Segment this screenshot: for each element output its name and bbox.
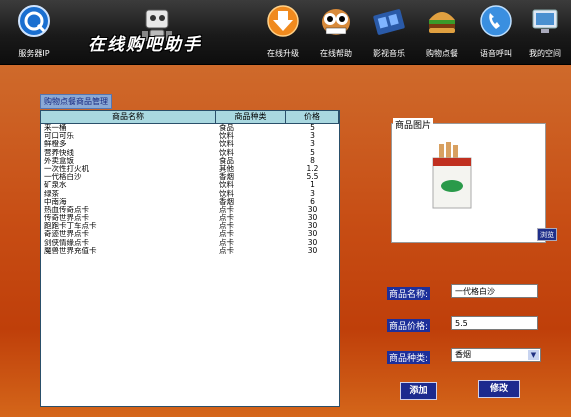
cell-name: 跑跑卡丁车点卡 bbox=[44, 222, 97, 231]
cell-name: 来一桶 bbox=[44, 124, 67, 132]
table-row[interactable]: 鲜橙多 饮料 3 bbox=[41, 140, 339, 148]
cell-name: 一次性打火机 bbox=[44, 164, 89, 173]
owl-help-icon bbox=[322, 9, 350, 35]
main-area: 购物点餐商品管理 商品名称 商品种类 价格 来一桶 食品 5 可口可乐 饮料 3 鲜橙多… bbox=[0, 65, 571, 417]
cell-name: 矿泉水 bbox=[44, 181, 67, 190]
browse-button[interactable]: 浏览 bbox=[537, 228, 557, 241]
cell-name: 热血传奇点卡 bbox=[44, 205, 89, 214]
category-selected-value: 香烟 bbox=[455, 350, 471, 359]
cell-price: 30 bbox=[307, 245, 318, 255]
toolbar-item-voice-call[interactable]: 语音呼叫 bbox=[470, 4, 522, 62]
table-row[interactable]: 一次性打火机 其他 1.2 bbox=[41, 164, 339, 173]
table-row[interactable]: 可口可乐 饮料 3 bbox=[41, 131, 339, 141]
table-row[interactable]: 绿茶 饮料 3 bbox=[41, 189, 339, 198]
cell-name: 绿茶 bbox=[44, 189, 59, 198]
product-price-input[interactable] bbox=[451, 316, 538, 330]
cell-name: 奇迹世界点卡 bbox=[44, 230, 89, 239]
table-row[interactable]: 来一桶 食品 5 bbox=[41, 123, 339, 132]
table-row[interactable]: 外卖盒饭 食品 8 bbox=[41, 156, 339, 165]
table-row[interactable]: 矿泉水 饮料 1 bbox=[41, 181, 339, 189]
column-header-name[interactable]: 商品名称 bbox=[41, 111, 216, 123]
toolbar-item-label: 在线升级 bbox=[267, 49, 299, 58]
film-reel-icon bbox=[373, 9, 405, 35]
add-button[interactable]: 添加 bbox=[400, 382, 437, 400]
column-header-price[interactable]: 价格 bbox=[286, 111, 339, 123]
brand-title: 在线购吧助手 bbox=[88, 35, 202, 55]
cell-name: 外卖盒饭 bbox=[44, 156, 74, 165]
product-price-label: 商品价格: bbox=[387, 319, 431, 332]
toolbar-item-my-space[interactable]: 我的空间 bbox=[519, 4, 571, 62]
product-name-input[interactable] bbox=[451, 284, 538, 298]
table-row[interactable]: 传奇世界点卡 点卡 30 bbox=[41, 213, 339, 223]
toolbar-item-help[interactable]: 在线帮助 bbox=[310, 4, 362, 62]
table-row[interactable]: 剑侠情缘点卡 点卡 30 bbox=[41, 238, 339, 247]
cell-name: 可口可乐 bbox=[44, 132, 74, 141]
toolbar-item-label: 我的空间 bbox=[529, 49, 561, 58]
table-row[interactable]: 中南海 香烟 6 bbox=[41, 197, 339, 206]
product-category-label: 商品种类: bbox=[387, 351, 431, 364]
toolbar-item-label: 在线帮助 bbox=[320, 49, 352, 58]
product-name-label: 商品名称: bbox=[387, 287, 431, 300]
table-row[interactable]: 营养快线 饮料 5 bbox=[41, 148, 339, 157]
product-table[interactable]: 商品名称 商品种类 价格 来一桶 食品 5 可口可乐 饮料 3 鲜橙多 饮料 3 营养快线饮… bbox=[40, 110, 340, 407]
cell-name: 鲜橙多 bbox=[44, 140, 67, 149]
burger-icon bbox=[429, 12, 455, 33]
table-row[interactable]: 一代格白沙 香烟 5.5 bbox=[41, 172, 339, 182]
table-row[interactable]: 魔兽世界充值卡 点卡 30 bbox=[41, 245, 339, 255]
cell-name: 魔兽世界充值卡 bbox=[44, 246, 97, 255]
toolbar-item-label: 语音呼叫 bbox=[480, 49, 512, 58]
table-body: 来一桶 食品 5 可口可乐 饮料 3 鲜橙多 饮料 3 营养快线 饮料 5 外卖盒饭 食品 8 一次… bbox=[41, 123, 339, 255]
chevron-down-icon[interactable]: ▼ bbox=[528, 350, 539, 360]
column-header-category[interactable]: 商品种类 bbox=[216, 111, 286, 123]
cell-name: 中南海 bbox=[44, 197, 67, 206]
product-category-select[interactable]: 香烟 ▼ bbox=[451, 348, 541, 362]
table-header: 商品名称 商品种类 价格 bbox=[41, 111, 339, 124]
toolbar-item-label: 影视音乐 bbox=[373, 49, 405, 58]
voice-call-icon bbox=[480, 5, 512, 37]
cell-name: 一代格白沙 bbox=[44, 173, 82, 182]
edit-button[interactable]: 修改 bbox=[478, 380, 520, 398]
product-image-frame bbox=[391, 123, 546, 243]
quicktime-icon bbox=[18, 5, 50, 37]
product-image-label: 商品图片 bbox=[393, 118, 434, 131]
download-arrow-icon bbox=[267, 5, 299, 37]
cell-name: 传奇世界点卡 bbox=[44, 214, 89, 223]
cell-category: 点卡 bbox=[219, 245, 234, 255]
table-row[interactable]: 奇迹世界点卡 点卡 30 bbox=[41, 230, 339, 238]
toolbar-item-shopping[interactable]: 购物点餐 bbox=[416, 4, 468, 62]
toolbar-item-label: 购物点餐 bbox=[426, 49, 458, 58]
service-ip-button[interactable]: 服务器IP bbox=[8, 4, 60, 62]
service-ip-label: 服务器IP bbox=[18, 49, 50, 58]
cell-name: 营养快线 bbox=[44, 148, 74, 157]
my-space-icon bbox=[532, 9, 558, 33]
top-toolbar: 服务器IP 在线购吧助手 在线升级 在线帮助 影视音乐 购物点餐 语音呼叫 我的… bbox=[0, 0, 571, 65]
table-row[interactable]: 跑跑卡丁车点卡 点卡 30 bbox=[41, 222, 339, 230]
table-row[interactable]: 热血传奇点卡 点卡 30 bbox=[41, 205, 339, 214]
cigarette-pack-image bbox=[432, 142, 472, 209]
toolbar-item-movies-music[interactable]: 影视音乐 bbox=[363, 4, 415, 62]
cell-name: 剑侠情缘点卡 bbox=[44, 238, 89, 247]
toolbar-item-upgrade[interactable]: 在线升级 bbox=[257, 4, 309, 62]
panel-title: 购物点餐商品管理 bbox=[40, 94, 112, 109]
